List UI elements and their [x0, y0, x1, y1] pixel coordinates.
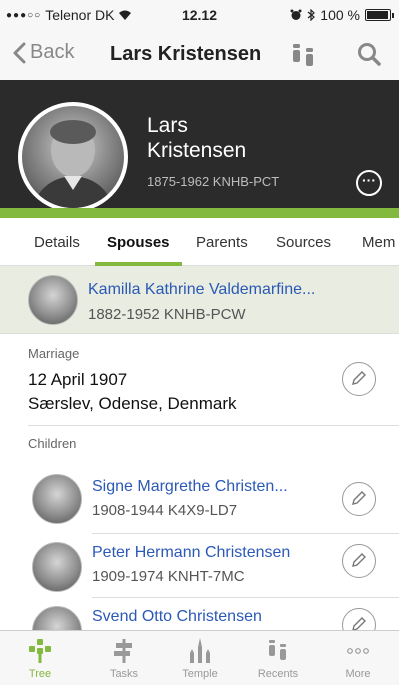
person-lifespan-id: 1875-1962 KNHB-PCT — [147, 174, 280, 189]
tabbar-label: More — [345, 668, 371, 680]
temple-icon — [190, 638, 210, 663]
person-first-name: Lars — [147, 114, 188, 137]
spouse-name[interactable]: Kamilla Kathrine Valdemarfine... — [88, 281, 315, 299]
pencil-icon — [352, 491, 366, 505]
tab-memories[interactable]: Mem — [362, 234, 395, 251]
marriage-label: Marriage — [28, 346, 80, 361]
tabbar-temple[interactable]: Temple — [170, 637, 230, 680]
tree-icon — [29, 639, 51, 663]
marriage-place: Særslev, Odense, Denmark — [28, 394, 237, 413]
tab-spouses[interactable]: Spouses — [107, 234, 170, 251]
pencil-icon — [352, 371, 366, 385]
bluetooth-icon — [307, 9, 316, 21]
battery-icon — [365, 9, 394, 21]
spouse-row[interactable]: Kamilla Kathrine Valdemarfine... 1882-19… — [0, 266, 399, 334]
avatar — [28, 275, 78, 325]
tabbar-tree[interactable]: Tree — [10, 637, 70, 680]
tabbar-more[interactable]: More — [328, 637, 388, 680]
divider — [28, 425, 399, 426]
more-dots-icon — [347, 648, 369, 654]
child-name[interactable]: Peter Hermann Christensen — [92, 544, 290, 562]
edit-marriage-button[interactable] — [342, 362, 376, 396]
back-button[interactable]: Back — [12, 41, 74, 64]
tabbar-label: Temple — [182, 668, 218, 680]
alarm-icon — [290, 9, 302, 20]
tabbar-tasks[interactable]: Tasks — [94, 637, 154, 680]
pencil-icon — [352, 617, 366, 630]
accent-divider — [0, 208, 399, 218]
tab-details[interactable]: Details — [34, 234, 80, 251]
bottom-tab-bar: Tree Tasks Temple Recents More — [0, 630, 399, 685]
edit-child-button[interactable] — [342, 608, 376, 630]
spouse-details: Marriage 12 April 1907 Særslev, Odense, … — [0, 334, 399, 630]
avatar — [32, 474, 82, 524]
nav-bar: Back Lars Kristensen — [0, 30, 399, 80]
child-row-2[interactable]: Peter Hermann Christensen 1909-1974 KNHT… — [0, 532, 399, 602]
child-name[interactable]: Signe Margrethe Christen... — [92, 478, 288, 496]
avatar — [32, 542, 82, 592]
person-last-name: Kristensen — [147, 139, 247, 162]
spouse-lifespan-id: 1882-1952 KNHB-PCW — [88, 306, 246, 323]
more-options-icon[interactable]: ··· — [356, 170, 382, 196]
tabbar-recents[interactable]: Recents — [248, 637, 308, 680]
status-bar: ●●●○○ Telenor DK 12.12 100 % — [0, 0, 399, 30]
portrait-image — [32, 120, 114, 208]
chevron-left-icon — [13, 42, 26, 63]
tab-sources[interactable]: Sources — [276, 234, 331, 251]
tab-parents[interactable]: Parents — [196, 234, 248, 251]
search-icon[interactable] — [355, 40, 383, 68]
child-row-1[interactable]: Signe Margrethe Christen... 1908-1944 K4… — [0, 464, 399, 534]
tab-strip: Details Spouses Parents Sources Mem — [0, 218, 399, 266]
tabbar-label: Tasks — [109, 668, 139, 680]
back-label: Back — [30, 41, 75, 63]
page-title: Lars Kristensen — [110, 43, 262, 65]
child-lifespan-id: 1908-1944 K4X9-LD7 — [92, 502, 238, 519]
child-lifespan-id: 1909-1974 KNHT-7MC — [92, 568, 245, 585]
person-header: Lars Kristensen 1875-1962 KNHB-PCT — [0, 80, 399, 212]
person-photo[interactable] — [18, 102, 128, 212]
children-label: Children — [28, 436, 77, 451]
edit-child-button[interactable] — [342, 544, 376, 578]
tabbar-label: Tree — [28, 668, 52, 680]
footprints-icon[interactable] — [290, 40, 318, 68]
tabbar-label: Recents — [257, 668, 299, 680]
avatar — [32, 606, 82, 630]
pencil-icon — [352, 553, 366, 567]
child-name[interactable]: Svend Otto Christensen — [92, 608, 262, 626]
footprints-icon — [269, 640, 286, 660]
marriage-date: 12 April 1907 — [28, 370, 128, 389]
child-row-3[interactable]: Svend Otto Christensen — [0, 596, 399, 630]
tasks-icon — [114, 639, 132, 663]
edit-child-button[interactable] — [342, 482, 376, 516]
status-right: 100 % — [290, 7, 394, 23]
person-name: Lars Kristensen — [147, 113, 327, 163]
battery-percent: 100 % — [320, 7, 360, 23]
